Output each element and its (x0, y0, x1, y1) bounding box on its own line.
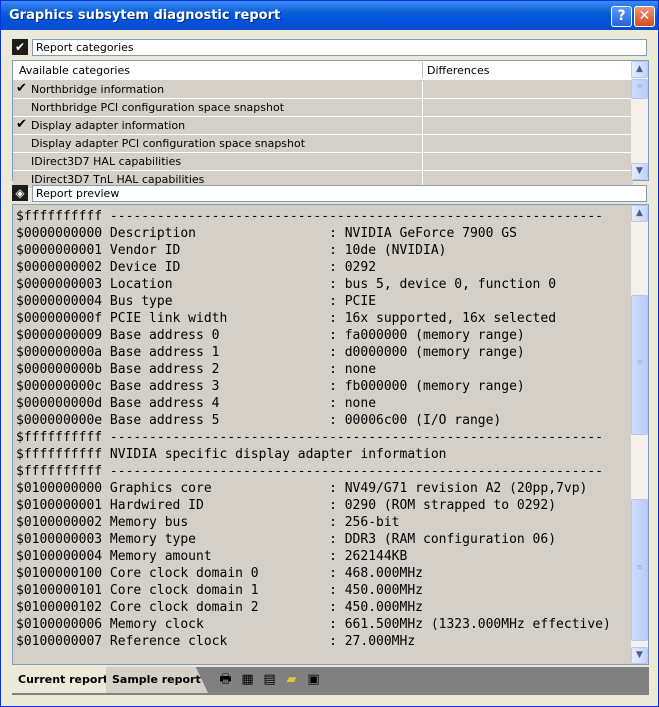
checkmark-icon[interactable]: ✔ (16, 81, 27, 96)
tab-bar: Current report Sample report 🖶 ▦ ▤ ▰ ▣ (12, 667, 649, 695)
category-differences-cell (422, 117, 633, 134)
report-categories-label: Report categories (32, 39, 647, 56)
report-preview-header: ◈ Report preview (12, 185, 647, 202)
view-report-icon[interactable]: ▦ (239, 671, 256, 688)
column-available-categories[interactable]: Available categories (19, 64, 130, 77)
report-text[interactable]: $ffffffffff ----------------------------… (16, 208, 611, 650)
report-preview-label: Report preview (32, 185, 647, 202)
checkmark-icon[interactable]: ✔ (16, 117, 27, 132)
report-line: $000000000b Base address 2 : none (16, 362, 377, 377)
report-line: $0000000002 Device ID : 0292 (16, 260, 377, 275)
report-line: $000000000f PCIE link width : 16x suppor… (16, 311, 557, 326)
close-button[interactable]: ✕ (634, 6, 655, 27)
report-line: $ffffffffff ----------------------------… (16, 430, 603, 445)
category-name: Display adapter PCI configuration space … (31, 137, 306, 150)
report-line: $ffffffffff NVIDIA specific display adap… (16, 447, 447, 462)
printer-icon[interactable]: 🖶 (217, 671, 234, 688)
category-name: IDirect3D7 HAL capabilities (31, 155, 182, 168)
scroll-down-arrow-icon[interactable]: ▼ (631, 647, 648, 664)
report-line: $0100000101 Core clock domain 1 : 450.00… (16, 583, 423, 598)
column-separator[interactable] (422, 62, 423, 78)
window-title: Graphics subsytem diagnostic report (9, 8, 281, 23)
category-row[interactable]: IDirect3D7 HAL capabilities (13, 153, 633, 171)
category-name: Display adapter information (31, 119, 186, 132)
preview-scrollbar[interactable]: ▲ ≡ ≡ ▼ (631, 205, 648, 664)
report-line: $0100000000 Graphics core : NV49/G71 rev… (16, 481, 588, 496)
report-line: $000000000e Base address 5 : 00006c00 (I… (16, 413, 502, 428)
category-differences-cell (422, 153, 633, 170)
categories-list: Available categories Differences ✔ Northb… (12, 60, 649, 189)
scroll-thumb-upper[interactable]: ≡ (631, 295, 648, 435)
scroll-down-arrow-icon[interactable]: ▼ (631, 163, 648, 180)
report-line: $0100000100 Core clock domain 0 : 468.00… (16, 566, 423, 581)
categories-rows: ✔ Northbridge information Northbridge PCI … (13, 81, 633, 189)
category-row[interactable]: ✔ Northbridge information (13, 81, 633, 99)
categories-scrollbar[interactable]: ▲ ≡ ▼ (631, 61, 648, 180)
scroll-up-arrow-icon[interactable]: ▲ (631, 205, 648, 222)
report-line: $000000000c Base address 3 : fb000000 (m… (16, 379, 525, 394)
report-line: $0000000001 Vendor ID : 10de (NVIDIA) (16, 243, 447, 258)
report-line: $0000000000 Description : NVIDIA GeForce… (16, 226, 517, 241)
title-bar[interactable]: Graphics subsytem diagnostic report ? ✕ (1, 1, 658, 30)
category-row[interactable]: Northbridge PCI configuration space snap… (13, 99, 633, 117)
report-line: $0100000002 Memory bus : 256-bit (16, 515, 400, 530)
save-disk-icon[interactable]: ▣ (305, 671, 322, 688)
categories-column-header: Available categories Differences (13, 61, 632, 81)
report-line: $000000000d Base address 4 : none (16, 396, 377, 411)
report-categories-header: ✔ Report categories (12, 39, 647, 56)
report-line: $0100000006 Memory clock : 661.500MHz (1… (16, 617, 611, 632)
report-line: $0100000004 Memory amount : 262144KB (16, 549, 408, 564)
report-line: $0000000004 Bus type : PCIE (16, 294, 377, 309)
compare-report-icon[interactable]: ▤ (261, 671, 278, 688)
report-line: $000000000a Base address 1 : d0000000 (m… (16, 345, 525, 360)
category-name: Northbridge PCI configuration space snap… (31, 101, 285, 114)
report-line: $0100000102 Core clock domain 2 : 450.00… (16, 600, 423, 615)
column-differences[interactable]: Differences (427, 64, 489, 77)
checkmark-icon[interactable]: ✔ (12, 39, 28, 55)
category-row[interactable]: ✔ Display adapter information (13, 117, 633, 135)
preview-icon: ◈ (12, 185, 28, 201)
tab-sample-report[interactable]: Sample report (106, 667, 208, 693)
report-line: $0100000001 Hardwired ID : 0290 (ROM str… (16, 498, 557, 513)
scroll-thumb[interactable]: ≡ (631, 79, 648, 99)
scroll-thumb-lower[interactable]: ≡ (631, 499, 648, 641)
category-differences-cell (422, 81, 633, 98)
report-line: $0000000009 Base address 0 : fa000000 (m… (16, 328, 525, 343)
category-row[interactable]: Display adapter PCI configuration space … (13, 135, 633, 153)
report-window: Graphics subsytem diagnostic report ? ✕ … (0, 0, 659, 707)
scroll-up-arrow-icon[interactable]: ▲ (631, 61, 648, 78)
report-preview[interactable]: $ffffffffff ----------------------------… (12, 204, 649, 665)
report-line: $0000000003 Location : bus 5, device 0, … (16, 277, 557, 292)
open-folder-icon[interactable]: ▰ (283, 671, 300, 688)
report-line: $ffffffffff ----------------------------… (16, 464, 603, 479)
report-line: $ffffffffff ----------------------------… (16, 209, 603, 224)
report-line: $0100000007 Reference clock : 27.000MHz (16, 634, 416, 649)
tab-current-report[interactable]: Current report (12, 667, 116, 693)
category-differences-cell (422, 135, 633, 152)
category-differences-cell (422, 99, 633, 116)
help-button[interactable]: ? (611, 6, 632, 27)
category-name: Northbridge information (31, 83, 165, 96)
report-line: $0100000003 Memory type : DDR3 (RAM conf… (16, 532, 557, 547)
